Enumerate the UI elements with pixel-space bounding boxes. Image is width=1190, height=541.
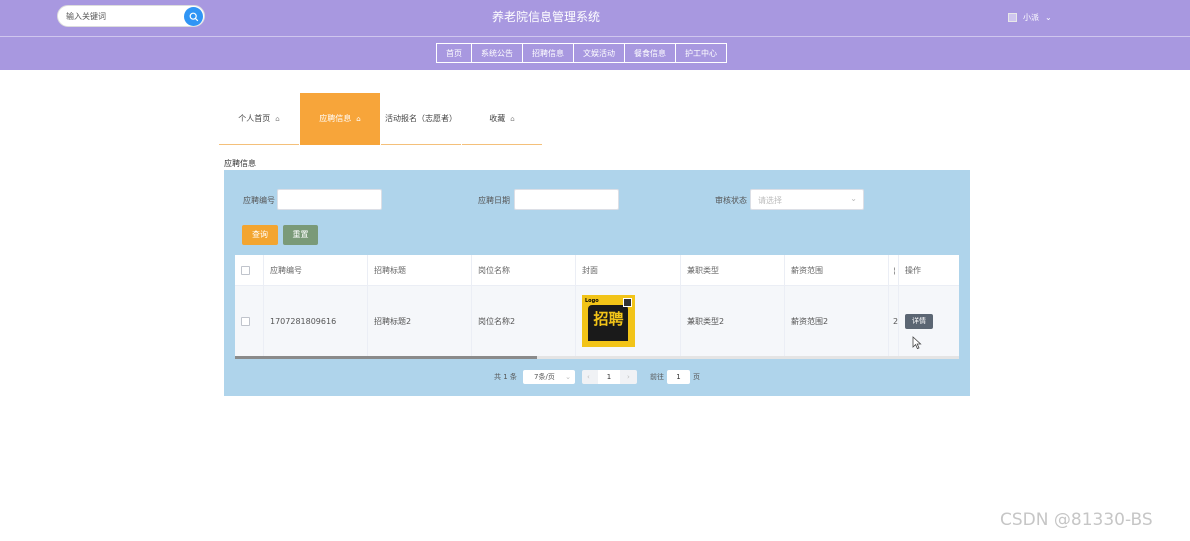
pagination-total: 共 1 条 [494,373,517,381]
scrollbar-thumb[interactable] [235,356,537,359]
select-all-checkbox[interactable] [241,265,250,275]
reset-button[interactable]: 重置 [283,225,318,245]
apply-no-label: 应聘编号 [243,196,275,205]
status-select[interactable]: 请选择 ⌄ [750,189,864,210]
watermark: CSDN @81330-BS [1000,510,1153,530]
cell-truncated: 2 [889,286,899,356]
cell-cover: Logo 招聘 [576,286,681,356]
chevron-down-icon: ⌄ [850,194,857,203]
table-scrollbar[interactable] [235,356,959,359]
pagination: 共 1 条 7条/页 ⌄ ‹ 1 › 前往 1 页 [224,370,970,384]
cell-salary: 薪资范围2 [785,286,889,356]
tab-label: 个人首页 [238,114,271,123]
username: 小派 [1023,12,1039,22]
header-cover: 封面 [576,255,681,286]
site-title: 养老院信息管理系统 [491,10,600,24]
mouse-cursor-icon [912,336,922,350]
home-icon: ⌂ [275,114,280,123]
status-placeholder: 请选择 [758,196,782,205]
home-icon: ⌂ [356,114,361,123]
home-icon: ⌂ [510,114,515,123]
chevron-down-icon: ⌄ [565,373,571,381]
tab-activity-signup[interactable]: 活动报名（志愿者） [381,93,461,145]
chevron-down-icon: ⌄ [1045,12,1052,22]
nav-item-meals[interactable]: 餐食信息 [624,43,676,63]
header-apply-no: 应聘编号 [264,255,368,286]
cell-action: 详情 [899,286,959,356]
header-position: 岗位名称 [472,255,576,286]
cover-text: 招聘 [593,310,624,328]
apply-no-field [277,189,382,210]
apply-date-field [514,189,619,210]
header-divider [0,36,1190,37]
select-all-cell [235,255,264,286]
header-truncated: ¦ [889,255,899,286]
page-unit: 页 [693,373,700,381]
nav-item-home[interactable]: 首页 [436,43,472,63]
apply-no-input[interactable] [278,190,381,209]
detail-button[interactable]: 详情 [905,313,933,329]
section-title: 应聘信息 [224,159,256,168]
cell-recruit-title: 招聘标题2 [368,286,472,356]
page-size-value: 7条/页 [534,373,555,381]
tab-favorites[interactable]: 收藏 ⌂ [462,93,542,145]
qr-code-icon [623,298,632,307]
nav-item-announcements[interactable]: 系统公告 [471,43,523,63]
apply-date-input[interactable] [515,190,618,209]
cell-apply-no: 1707281809616 [264,286,368,356]
header-recruit-title: 招聘标题 [368,255,472,286]
nav-item-activities[interactable]: 文娱活动 [573,43,625,63]
status-label: 审核状态 [715,196,747,205]
next-page-icon[interactable]: › [627,373,630,381]
goto-page-input[interactable]: 1 [667,370,690,384]
header-salary: 薪资范围 [785,255,889,286]
row-select-cell [235,286,264,356]
tab-label: 应聘信息 [319,114,352,123]
tab-applications[interactable]: 应聘信息 ⌂ [300,93,380,145]
main-nav: 首页 系统公告 招聘信息 文娱活动 餐食信息 护工中心 [436,43,727,63]
cell-job-type: 兼职类型2 [681,286,785,356]
nav-item-recruitment[interactable]: 招聘信息 [522,43,574,63]
query-button[interactable]: 查询 [242,225,278,245]
content-panel: 应聘编号 应聘日期 审核状态 请选择 ⌄ 查询 重置 应聘编号 招聘标题 岗位名… [224,170,970,396]
cell-position: 岗位名称2 [472,286,576,356]
avatar [1008,12,1017,22]
cover-image[interactable]: Logo 招聘 [582,295,635,347]
page-size-select[interactable]: 7条/页 ⌄ [523,370,575,384]
tab-label: 收藏 [489,114,506,123]
nav-item-caregivers[interactable]: 护工中心 [675,43,727,63]
prev-page-icon[interactable]: ‹ [587,373,590,381]
user-menu[interactable]: 小派 ⌄ [1008,10,1052,24]
row-checkbox[interactable] [241,316,250,326]
pager-controls: ‹ 1 › [582,370,637,384]
tab-label: 活动报名（志愿者） [385,114,457,123]
apply-date-label: 应聘日期 [478,196,510,205]
tab-personal-home[interactable]: 个人首页 ⌂ [219,93,299,145]
current-page[interactable]: 1 [598,370,620,384]
applications-table: 应聘编号 招聘标题 岗位名称 封面 兼职类型 薪资范围 ¦ 操作 1707281… [235,255,959,359]
top-header: 养老院信息管理系统 小派 ⌄ 首页 系统公告 招聘信息 文娱活动 餐食信息 护工… [0,0,1190,70]
profile-tabs: 个人首页 ⌂ 应聘信息 ⌂ 活动报名（志愿者） 收藏 ⌂ [219,93,543,145]
header-job-type: 兼职类型 [681,255,785,286]
cover-logo: Logo [585,298,599,304]
goto-label: 前往 [650,373,664,381]
header-action: 操作 [899,255,959,286]
